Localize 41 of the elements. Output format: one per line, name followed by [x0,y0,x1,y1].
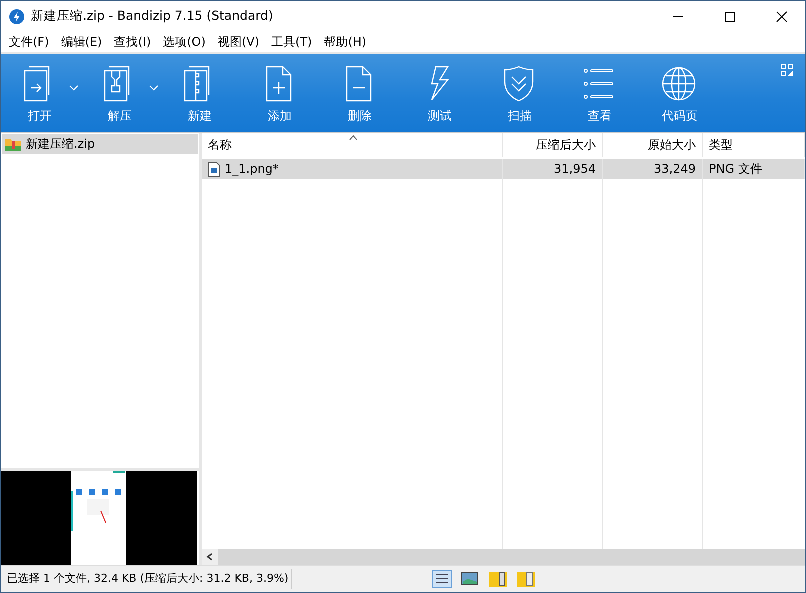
menu-item[interactable]: 视图(V) [212,34,266,50]
menu-item[interactable]: 文件(F) [3,34,56,50]
toolbar-button[interactable]: 打开 [15,54,65,125]
menu-item[interactable]: 选项(O) [157,34,212,50]
layout-icon[interactable] [781,64,793,76]
menu-item[interactable]: 工具(T) [266,34,318,50]
window-title: 新建压缩.zip - Bandizip 7.15 (Standard) [31,8,274,25]
app-icon [9,8,25,24]
column-header[interactable]: 原始大小 [603,133,703,157]
close-icon [776,10,788,22]
table-cell: PNG 文件 [703,159,805,179]
table-cell: 1_1.png* [202,159,503,179]
archive-folder-icon[interactable] [488,570,508,588]
details-view-icon[interactable] [432,570,452,588]
sort-icon [349,135,358,141]
toolbar-button[interactable]: 代码页 [655,54,705,125]
scroll-left-button[interactable] [202,549,218,565]
image-view-icon[interactable] [460,570,480,588]
toolbar-button[interactable]: 查看 [575,54,625,125]
table-cell: 31,954 [503,159,603,179]
caret-icon[interactable] [69,84,79,92]
column-header[interactable]: 压缩后大小 [503,133,603,157]
toolbar-button[interactable]: 测试 [415,54,465,125]
column-header[interactable]: 类型 [703,133,805,157]
toolbar-button[interactable]: 扫描 [495,54,545,125]
menu-item[interactable]: 编辑(E) [55,34,108,50]
caret-icon[interactable] [149,84,159,92]
menu-item[interactable]: 查找(I) [108,34,158,50]
toolbar-button[interactable]: 添加 [255,54,305,125]
folder-icon[interactable] [516,570,536,588]
maximize-icon [724,10,736,22]
column-header[interactable]: 名称 [202,133,503,157]
toolbar-button[interactable]: 解压 [95,54,145,125]
archive-icon [5,137,21,151]
image-file-icon [208,162,220,176]
toolbar-button[interactable]: 删除 [335,54,385,125]
toolbar-button[interactable]: 新建 [175,54,225,125]
table-cell: 33,249 [603,159,703,179]
tree-item[interactable]: 新建压缩.zip [2,134,198,154]
status-text: 已选择 1 个文件, 32.4 KB (压缩后大小: 31.2 KB, 3.9%) [7,571,290,587]
menu-item[interactable]: 帮助(H) [318,34,373,50]
